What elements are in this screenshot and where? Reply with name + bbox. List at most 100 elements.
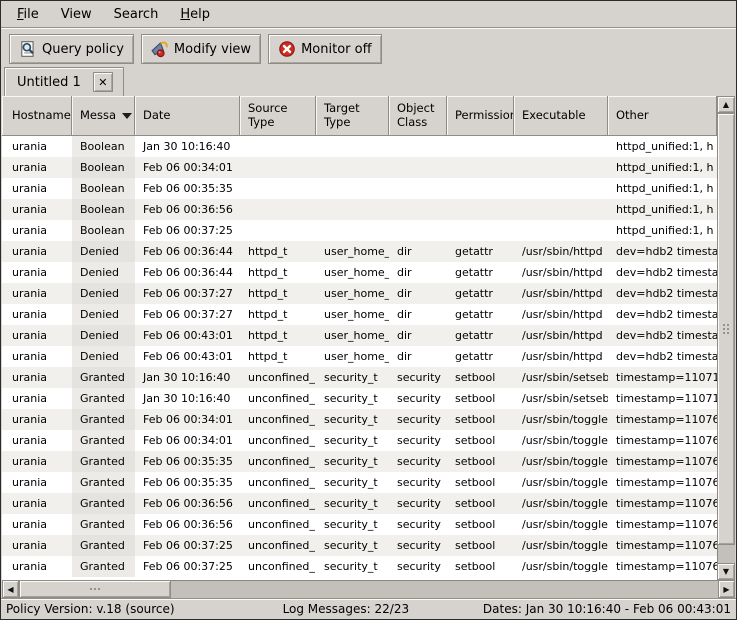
modify-view-button[interactable]: Modify view bbox=[141, 34, 261, 64]
cell-permission: getattr bbox=[447, 262, 514, 283]
tab-label: Untitled 1 bbox=[17, 75, 81, 90]
horizontal-scroll-thumb[interactable] bbox=[19, 580, 171, 598]
query-policy-icon bbox=[19, 40, 37, 58]
cell-other: timestamp=11076 bbox=[608, 535, 717, 556]
query-policy-button[interactable]: Query policy bbox=[9, 34, 134, 64]
cell-object_class: security bbox=[389, 556, 447, 577]
cell-other: dev=hdb2 timesta bbox=[608, 325, 717, 346]
cell-date: Feb 06 00:37:25 bbox=[135, 556, 240, 577]
menu-help[interactable]: Help bbox=[172, 4, 218, 25]
cell-message: Boolean bbox=[72, 220, 135, 241]
menu-file[interactable]: File bbox=[9, 4, 47, 25]
cell-other: dev=hdb2 timesta bbox=[608, 262, 717, 283]
cell-date: Jan 30 10:16:40 bbox=[135, 136, 240, 157]
table-row[interactable]: uraniaDeniedFeb 06 00:37:27httpd_tuser_h… bbox=[2, 304, 717, 325]
cell-target_type bbox=[316, 136, 389, 157]
table-row[interactable]: uraniaBooleanFeb 06 00:37:25httpd_unifie… bbox=[2, 220, 717, 241]
scroll-up-button[interactable]: ▲ bbox=[717, 96, 735, 113]
table-row[interactable]: uraniaBooleanFeb 06 00:34:01httpd_unifie… bbox=[2, 157, 717, 178]
column-header-hostname[interactable]: Hostname bbox=[2, 96, 72, 136]
tab-untitled-1[interactable]: Untitled 1 ✕ bbox=[4, 67, 124, 96]
cell-date: Feb 06 00:36:56 bbox=[135, 199, 240, 220]
table-row[interactable]: uraniaGrantedFeb 06 00:37:25unconfined_s… bbox=[2, 556, 717, 577]
vertical-scroll-track[interactable] bbox=[717, 113, 735, 563]
column-header-object-class[interactable]: Object Class bbox=[389, 96, 447, 136]
scroll-down-button[interactable]: ▼ bbox=[717, 563, 735, 580]
column-header-message[interactable]: Messa bbox=[72, 96, 135, 136]
cell-date: Feb 06 00:34:01 bbox=[135, 157, 240, 178]
table-row[interactable]: uraniaGrantedFeb 06 00:35:35unconfined_s… bbox=[2, 472, 717, 493]
menu-view[interactable]: View bbox=[53, 4, 100, 25]
cell-permission bbox=[447, 157, 514, 178]
table-row[interactable]: uraniaGrantedFeb 06 00:36:56unconfined_s… bbox=[2, 493, 717, 514]
monitor-off-icon bbox=[278, 40, 296, 58]
cell-executable: /usr/sbin/setseb bbox=[514, 367, 608, 388]
cell-message: Granted bbox=[72, 451, 135, 472]
table-row[interactable]: uraniaDeniedFeb 06 00:37:27httpd_tuser_h… bbox=[2, 283, 717, 304]
cell-source_type: httpd_t bbox=[240, 304, 316, 325]
scroll-left-button[interactable]: ◀ bbox=[2, 580, 19, 598]
table-row[interactable]: uraniaGrantedFeb 06 00:35:35unconfined_s… bbox=[2, 451, 717, 472]
query-policy-label: Query policy bbox=[42, 42, 124, 57]
cell-message: Granted bbox=[72, 367, 135, 388]
menu-search[interactable]: Search bbox=[106, 4, 167, 25]
table-row[interactable]: uraniaDeniedFeb 06 00:43:01httpd_tuser_h… bbox=[2, 346, 717, 367]
column-header-source-type[interactable]: Source Type bbox=[240, 96, 316, 136]
table-row[interactable]: uraniaBooleanFeb 06 00:36:56httpd_unifie… bbox=[2, 199, 717, 220]
table-row[interactable]: uraniaBooleanJan 30 10:16:40httpd_unifie… bbox=[2, 136, 717, 157]
table-row[interactable]: uraniaGrantedJan 30 10:16:40unconfined_s… bbox=[2, 388, 717, 409]
table-row[interactable]: uraniaDeniedFeb 06 00:36:44httpd_tuser_h… bbox=[2, 241, 717, 262]
cell-permission: setbool bbox=[447, 451, 514, 472]
table-row[interactable]: uraniaGrantedFeb 06 00:37:25unconfined_s… bbox=[2, 535, 717, 556]
cell-date: Feb 06 00:35:35 bbox=[135, 178, 240, 199]
horizontal-scrollbar[interactable]: ◀ ▶ bbox=[2, 580, 735, 598]
cell-source_type: unconfined_ bbox=[240, 388, 316, 409]
scroll-right-button[interactable]: ▶ bbox=[718, 580, 735, 598]
cell-executable: /usr/sbin/httpd bbox=[514, 346, 608, 367]
cell-source_type bbox=[240, 157, 316, 178]
vertical-scrollbar[interactable]: ▲ ▼ bbox=[717, 96, 735, 580]
column-header-permission[interactable]: Permission bbox=[447, 96, 514, 136]
table-row[interactable]: uraniaGrantedFeb 06 00:34:01unconfined_s… bbox=[2, 430, 717, 451]
table-row[interactable]: uraniaGrantedFeb 06 00:36:56unconfined_s… bbox=[2, 514, 717, 535]
cell-source_type: unconfined_ bbox=[240, 367, 316, 388]
column-header-date[interactable]: Date bbox=[135, 96, 240, 136]
cell-target_type bbox=[316, 157, 389, 178]
cell-source_type: unconfined_ bbox=[240, 514, 316, 535]
cell-date: Feb 06 00:36:44 bbox=[135, 262, 240, 283]
cell-permission: setbool bbox=[447, 367, 514, 388]
cell-other: timestamp=11076 bbox=[608, 451, 717, 472]
table-row[interactable]: uraniaDeniedFeb 06 00:43:01httpd_tuser_h… bbox=[2, 325, 717, 346]
cell-other: dev=hdb2 timesta bbox=[608, 346, 717, 367]
scroll-right-icon: ▶ bbox=[723, 585, 729, 594]
table-row[interactable]: uraniaGrantedFeb 06 00:34:01unconfined_s… bbox=[2, 409, 717, 430]
vertical-scroll-thumb[interactable] bbox=[717, 113, 735, 545]
cell-message: Granted bbox=[72, 430, 135, 451]
cell-target_type: security_t bbox=[316, 493, 389, 514]
tab-close-button[interactable]: ✕ bbox=[93, 72, 113, 92]
cell-executable: /usr/sbin/toggle bbox=[514, 409, 608, 430]
cell-hostname: urania bbox=[2, 178, 72, 199]
cell-hostname: urania bbox=[2, 199, 72, 220]
table-row[interactable]: uraniaBooleanFeb 06 00:35:35httpd_unifie… bbox=[2, 178, 717, 199]
cell-source_type bbox=[240, 136, 316, 157]
policy-version-status: Policy Version: v.18 (source) bbox=[6, 602, 233, 616]
cell-source_type: httpd_t bbox=[240, 325, 316, 346]
cell-target_type bbox=[316, 220, 389, 241]
column-header-executable[interactable]: Executable bbox=[514, 96, 608, 136]
toolbar: Query policy Modify view Monitor off bbox=[1, 28, 736, 66]
cell-date: Feb 06 00:35:35 bbox=[135, 472, 240, 493]
cell-executable: /usr/sbin/toggle bbox=[514, 472, 608, 493]
cell-object_class bbox=[389, 199, 447, 220]
cell-permission bbox=[447, 199, 514, 220]
monitor-off-button[interactable]: Monitor off bbox=[268, 34, 381, 64]
menubar: File View Search Help bbox=[1, 1, 736, 28]
table-row[interactable]: uraniaDeniedFeb 06 00:36:44httpd_tuser_h… bbox=[2, 262, 717, 283]
column-header-target-type[interactable]: Target Type bbox=[316, 96, 389, 136]
cell-object_class bbox=[389, 178, 447, 199]
cell-executable: /usr/sbin/toggle bbox=[514, 451, 608, 472]
cell-permission: getattr bbox=[447, 304, 514, 325]
table-row[interactable]: uraniaGrantedJan 30 10:16:40unconfined_s… bbox=[2, 367, 717, 388]
column-header-other[interactable]: Other bbox=[608, 96, 717, 136]
close-icon: ✕ bbox=[98, 76, 107, 89]
